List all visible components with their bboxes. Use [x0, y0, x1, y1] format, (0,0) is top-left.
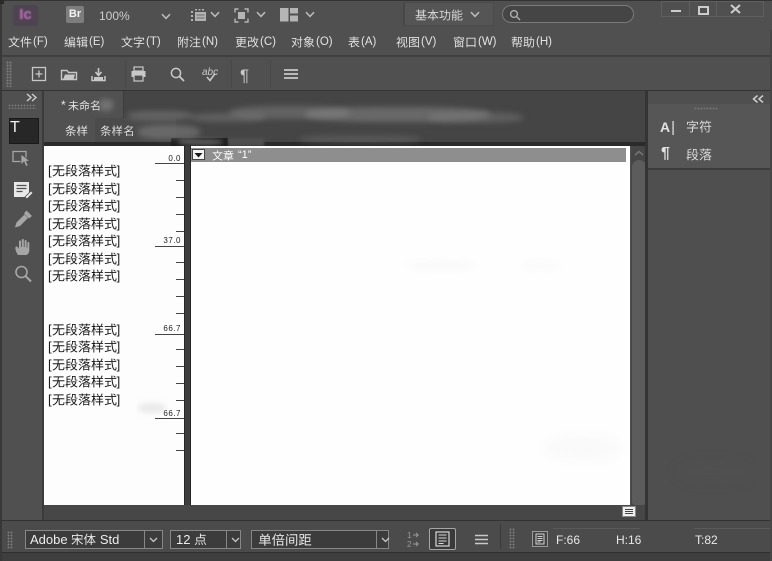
svg-text:abc: abc — [202, 67, 218, 78]
svg-text:2: 2 — [407, 540, 412, 549]
svg-text:¶: ¶ — [240, 66, 249, 84]
svg-text:1: 1 — [407, 531, 412, 540]
